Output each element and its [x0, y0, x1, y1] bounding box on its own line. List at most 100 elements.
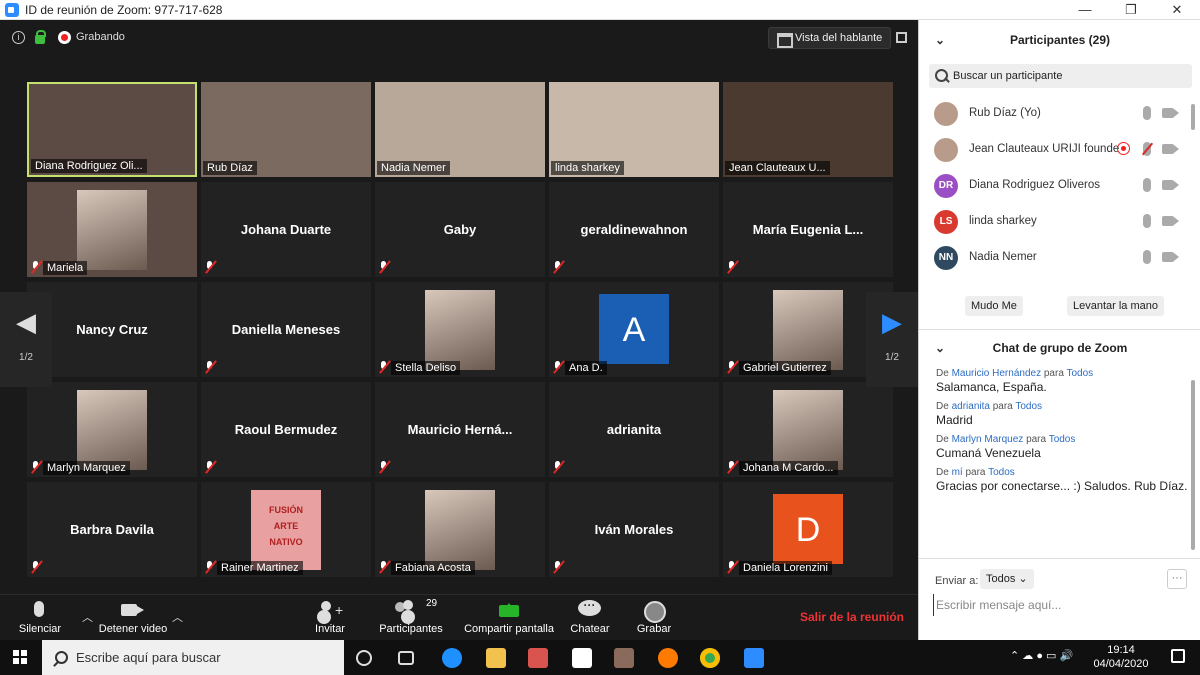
- participant-mic-icon[interactable]: [1143, 214, 1151, 228]
- profile-picture: [773, 290, 843, 370]
- chat-recipient[interactable]: Todos: [1066, 368, 1093, 379]
- zoom-taskbar-icon[interactable]: [744, 648, 764, 668]
- participant-row[interactable]: Rub Díaz (Yo): [919, 96, 1194, 132]
- participant-mic-icon[interactable]: [1143, 250, 1151, 264]
- chat-sender[interactable]: adrianita: [952, 401, 990, 412]
- tile-name-label: Gabriel Gutierrez: [739, 361, 831, 375]
- cortana-icon[interactable]: [356, 650, 372, 666]
- participant-tile[interactable]: Mauricio Herná...: [375, 382, 545, 477]
- participant-tile[interactable]: D Daniela Lorenzini: [723, 482, 893, 577]
- taskbar-search-input[interactable]: Escribe aquí para buscar: [42, 640, 344, 675]
- participant-tile[interactable]: Rub Díaz: [201, 82, 371, 177]
- share-screen-button[interactable]: Compartir pantalla: [463, 595, 555, 641]
- system-tray-icons[interactable]: ⌃ ☁ ● ▭ 🔊: [1010, 649, 1073, 662]
- chat-recipient[interactable]: Todos: [1049, 434, 1076, 445]
- firefox-icon[interactable]: [658, 648, 678, 668]
- record-button[interactable]: Grabar: [628, 595, 680, 641]
- participant-tile[interactable]: Iván Morales: [549, 482, 719, 577]
- leave-meeting-button[interactable]: Salir de la reunión: [790, 610, 914, 624]
- store-icon[interactable]: [572, 648, 592, 668]
- participants-button[interactable]: 29 Participantes: [374, 595, 448, 641]
- audio-options-caret-icon[interactable]: ︿: [82, 609, 93, 625]
- participant-tile[interactable]: Barbra Davila: [27, 482, 197, 577]
- chat-button[interactable]: Chatear: [566, 595, 614, 641]
- chat-scrollbar[interactable]: [1191, 380, 1195, 550]
- mute-me-button[interactable]: Mudo Me: [965, 296, 1023, 316]
- chat-sender[interactable]: Marlyn Marquez: [952, 434, 1024, 445]
- tile-center-name: Raoul Bermudez: [234, 422, 338, 437]
- raise-hand-button[interactable]: Levantar la mano: [1067, 296, 1164, 316]
- participant-tile[interactable]: María Eugenia L...: [723, 182, 893, 277]
- participant-tile[interactable]: Johana M Cardo...: [723, 382, 893, 477]
- office-app-icon[interactable]: [528, 648, 548, 668]
- participant-tile[interactable]: Jean Clauteaux U...: [723, 82, 893, 177]
- participant-row[interactable]: LS linda sharkey: [919, 204, 1194, 240]
- participant-video-icon[interactable]: [1162, 252, 1174, 262]
- participant-tile[interactable]: A Ana D.: [549, 282, 719, 377]
- participant-mic-icon[interactable]: [1143, 178, 1151, 192]
- participants-icon: 29: [374, 595, 448, 623]
- taskbar-clock[interactable]: 19:14 04/04/2020: [1090, 643, 1152, 671]
- profile-picture: [773, 390, 843, 470]
- chat-recipient[interactable]: Todos: [1015, 401, 1042, 412]
- chat-sender[interactable]: mí: [952, 467, 963, 478]
- participant-tile[interactable]: adrianita: [549, 382, 719, 477]
- collapse-chat-chevron-icon[interactable]: ⌄: [935, 338, 945, 358]
- chat-sender[interactable]: Mauricio Hernández: [952, 368, 1042, 379]
- speaker-view-button[interactable]: Vista del hablante: [768, 27, 892, 49]
- participant-tile[interactable]: Raoul Bermudez: [201, 382, 371, 477]
- mute-button[interactable]: Silenciar: [10, 595, 70, 641]
- participant-mic-icon[interactable]: [1143, 142, 1151, 156]
- participant-name: Diana Rodriguez Oliveros: [969, 179, 1101, 191]
- chrome-icon[interactable]: [700, 648, 720, 668]
- participant-video-icon[interactable]: [1162, 216, 1174, 226]
- collapse-participants-chevron-icon[interactable]: ⌄: [935, 20, 945, 60]
- send-to-select[interactable]: Todos ⌄: [980, 569, 1034, 589]
- participant-tile[interactable]: Gaby: [375, 182, 545, 277]
- tile-name-label: Daniela Lorenzini: [739, 561, 832, 575]
- participant-tile[interactable]: geraldinewahnon: [549, 182, 719, 277]
- next-page-button[interactable]: ▶ 1/2: [866, 292, 918, 387]
- participant-tile[interactable]: Diana Rodriguez Oli...: [27, 82, 197, 177]
- media-app-icon[interactable]: [614, 648, 634, 668]
- participant-tile[interactable]: Marlyn Marquez: [27, 382, 197, 477]
- info-icon[interactable]: i: [12, 31, 25, 44]
- chat-recipient[interactable]: Todos: [988, 467, 1015, 478]
- notifications-icon[interactable]: [1171, 649, 1185, 663]
- task-view-icon[interactable]: [398, 651, 414, 665]
- participant-tile[interactable]: Fabiana Acosta: [375, 482, 545, 577]
- participant-row[interactable]: DR Diana Rodriguez Oliveros: [919, 168, 1194, 204]
- participant-tile[interactable]: Daniella Meneses: [201, 282, 371, 377]
- minimize-button[interactable]: —: [1062, 0, 1108, 20]
- participant-tile[interactable]: Stella Deliso: [375, 282, 545, 377]
- close-window-button[interactable]: ✕: [1154, 0, 1200, 20]
- participant-mic-icon[interactable]: [1143, 106, 1151, 120]
- participant-row[interactable]: NN Nadia Nemer: [919, 240, 1194, 276]
- participant-video-icon[interactable]: [1162, 108, 1174, 118]
- windows-start-icon[interactable]: [13, 650, 27, 664]
- fullscreen-icon[interactable]: [896, 32, 907, 43]
- participant-tile[interactable]: linda sharkey: [549, 82, 719, 177]
- profile-picture: [425, 490, 495, 570]
- participants-scrollbar[interactable]: [1191, 104, 1195, 130]
- participant-tile[interactable]: Johana Duarte: [201, 182, 371, 277]
- video-options-caret-icon[interactable]: ︿: [172, 609, 183, 625]
- participant-search-input[interactable]: Buscar un participante: [929, 64, 1192, 88]
- chat-message-input[interactable]: Escribir mensaje aquí...: [933, 594, 1188, 616]
- file-explorer-icon[interactable]: [486, 648, 506, 668]
- participant-video-icon[interactable]: [1162, 180, 1174, 190]
- participant-tile[interactable]: FUSIÓN ARTE NATIVO Rainer Martinez: [201, 482, 371, 577]
- lock-icon[interactable]: [35, 30, 46, 44]
- muted-mic-icon: [552, 461, 564, 474]
- invite-button[interactable]: Invitar: [303, 595, 357, 641]
- participant-row[interactable]: Jean Clauteaux URIJI founde: [919, 132, 1194, 168]
- participant-tile[interactable]: Nadia Nemer: [375, 82, 545, 177]
- participant-video-icon[interactable]: [1162, 144, 1174, 154]
- previous-page-button[interactable]: ◀ 1/2: [0, 292, 52, 387]
- maximize-button[interactable]: ❐: [1108, 0, 1154, 20]
- stop-video-button[interactable]: Detener video: [96, 595, 170, 641]
- participant-tile[interactable]: Mariela: [27, 182, 197, 277]
- edge-browser-icon[interactable]: [442, 648, 462, 668]
- chat-more-button[interactable]: ···: [1167, 569, 1187, 589]
- participant-tile[interactable]: Nancy Cruz: [27, 282, 197, 377]
